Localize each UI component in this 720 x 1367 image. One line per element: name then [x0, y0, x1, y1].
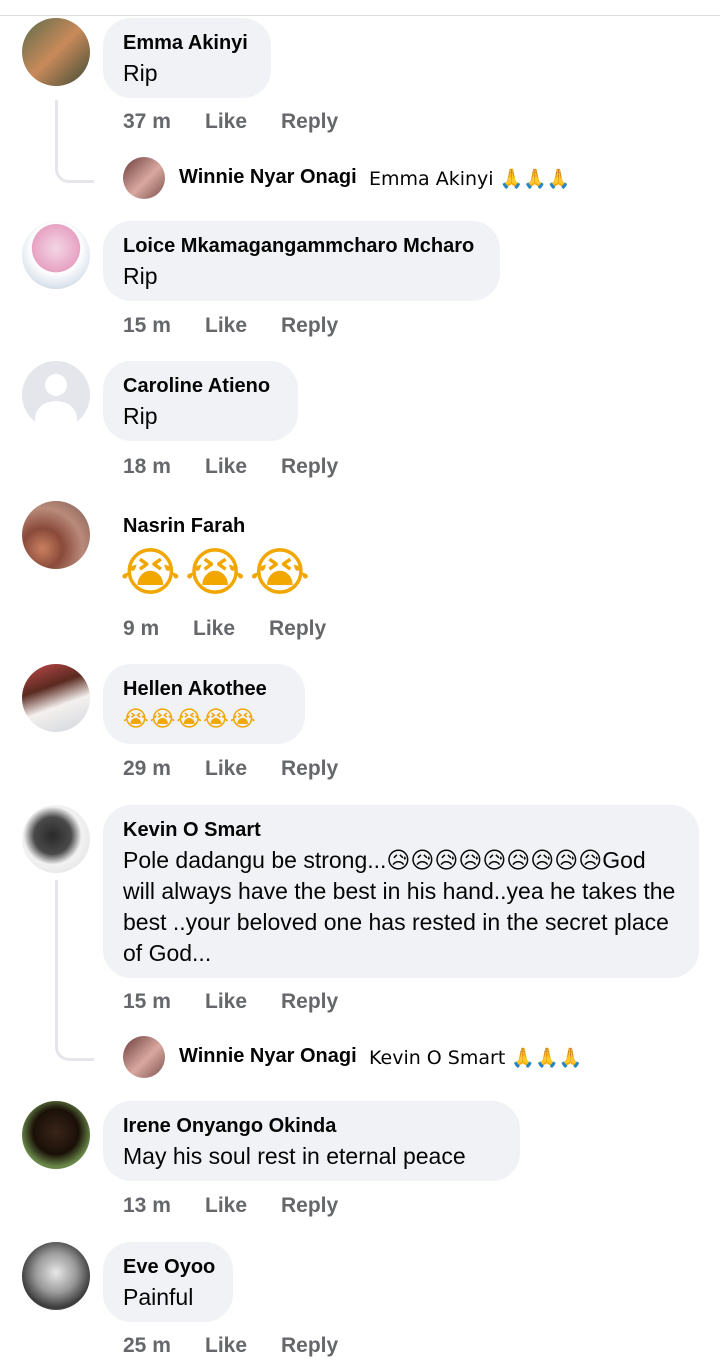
- comment-author[interactable]: Eve Oyoo: [123, 1254, 215, 1280]
- avatar[interactable]: [22, 664, 90, 732]
- comment-bubble: Caroline Atieno Rip: [103, 361, 298, 441]
- comment-time[interactable]: 13 m: [123, 1194, 205, 1218]
- comment-text: Pole dadangu be strong...😥😥😥😥😥😥😥😥😥God wi…: [123, 847, 676, 966]
- comment-bubble: Loice Mkamagangammcharo Mcharo Rip: [103, 221, 500, 301]
- reply-preview[interactable]: Winnie Nyar Onagi Emma Akinyi 🙏🙏🙏: [123, 157, 713, 201]
- comment-actions: 29 m Like Reply: [123, 757, 338, 781]
- avatar[interactable]: [22, 18, 90, 86]
- default-avatar-icon[interactable]: [22, 361, 90, 429]
- comment-time[interactable]: 9 m: [123, 617, 193, 641]
- comment-text: Painful: [123, 1284, 194, 1310]
- comment-bubble: Eve Oyoo Painful: [103, 1242, 233, 1322]
- avatar[interactable]: [22, 501, 90, 569]
- like-button[interactable]: Like: [205, 110, 281, 134]
- comment-author[interactable]: Nasrin Farah: [123, 513, 245, 539]
- like-button[interactable]: Like: [205, 455, 281, 479]
- comment-author[interactable]: Caroline Atieno: [123, 373, 278, 399]
- comment-author[interactable]: Irene Onyango Okinda: [123, 1113, 500, 1139]
- avatar[interactable]: [22, 805, 90, 873]
- comment-text: Rip: [123, 403, 158, 429]
- comment-actions: 15 m Like Reply: [123, 314, 338, 338]
- like-button[interactable]: Like: [205, 314, 281, 338]
- thread-connector: [55, 100, 94, 183]
- comment-bubble: Kevin O Smart Pole dadangu be strong...😥…: [103, 805, 699, 978]
- reply-button[interactable]: Reply: [281, 1334, 338, 1358]
- comment-text: May his soul rest in eternal peace: [123, 1143, 466, 1169]
- reply-button[interactable]: Reply: [281, 314, 338, 338]
- like-button[interactable]: Like: [205, 1194, 281, 1218]
- comment-actions: 15 m Like Reply: [123, 990, 338, 1014]
- reply-text: Kevin O Smart 🙏🙏🙏: [369, 1047, 583, 1069]
- like-button[interactable]: Like: [205, 1334, 281, 1358]
- reply-author[interactable]: Winnie Nyar Onagi: [179, 166, 357, 189]
- avatar: [123, 1036, 165, 1078]
- comment-bubble: Hellen Akothee 😭😭😭😭😭: [103, 664, 305, 744]
- comment-time[interactable]: 25 m: [123, 1334, 205, 1358]
- reply-button[interactable]: Reply: [281, 110, 338, 134]
- comment-bubble: Irene Onyango Okinda May his soul rest i…: [103, 1101, 520, 1181]
- reply-button[interactable]: Reply: [281, 455, 338, 479]
- like-button[interactable]: Like: [205, 757, 281, 781]
- reply-button[interactable]: Reply: [281, 990, 338, 1014]
- comment-author[interactable]: Hellen Akothee: [123, 676, 285, 702]
- comment-text: Rip: [123, 263, 158, 289]
- top-divider: [0, 15, 720, 16]
- comment-actions: 25 m Like Reply: [123, 1334, 338, 1358]
- comment-time[interactable]: 29 m: [123, 757, 205, 781]
- avatar[interactable]: [22, 221, 90, 289]
- comment-text: 😭😭😭😭😭: [123, 707, 257, 732]
- comment-text: Rip: [123, 60, 158, 86]
- comment-time[interactable]: 15 m: [123, 990, 205, 1014]
- avatar: [123, 157, 165, 199]
- reply-button[interactable]: Reply: [281, 757, 338, 781]
- reply-button[interactable]: Reply: [269, 617, 326, 641]
- comment-time[interactable]: 37 m: [123, 110, 205, 134]
- like-button[interactable]: Like: [193, 617, 269, 641]
- comment-actions: 9 m Like Reply: [123, 617, 326, 641]
- comment-emoji: 😭😭😭: [120, 543, 315, 603]
- comment-actions: 13 m Like Reply: [123, 1194, 338, 1218]
- avatar[interactable]: [22, 1242, 90, 1310]
- comment-author[interactable]: Kevin O Smart: [123, 817, 679, 843]
- comment-time[interactable]: 18 m: [123, 455, 205, 479]
- reply-button[interactable]: Reply: [281, 1194, 338, 1218]
- comment-bubble: Emma Akinyi Rip: [103, 18, 271, 98]
- comment-author[interactable]: Emma Akinyi: [123, 30, 251, 56]
- avatar[interactable]: [22, 1101, 90, 1169]
- reply-preview[interactable]: Winnie Nyar Onagi Kevin O Smart 🙏🙏🙏: [123, 1036, 713, 1080]
- comment-author[interactable]: Loice Mkamagangammcharo Mcharo: [123, 233, 480, 259]
- like-button[interactable]: Like: [205, 990, 281, 1014]
- reply-author[interactable]: Winnie Nyar Onagi: [179, 1045, 357, 1068]
- comment-actions: 37 m Like Reply: [123, 110, 338, 134]
- comment-time[interactable]: 15 m: [123, 314, 205, 338]
- comment-actions: 18 m Like Reply: [123, 455, 338, 479]
- thread-connector: [55, 880, 94, 1061]
- reply-text: Emma Akinyi 🙏🙏🙏: [369, 168, 571, 190]
